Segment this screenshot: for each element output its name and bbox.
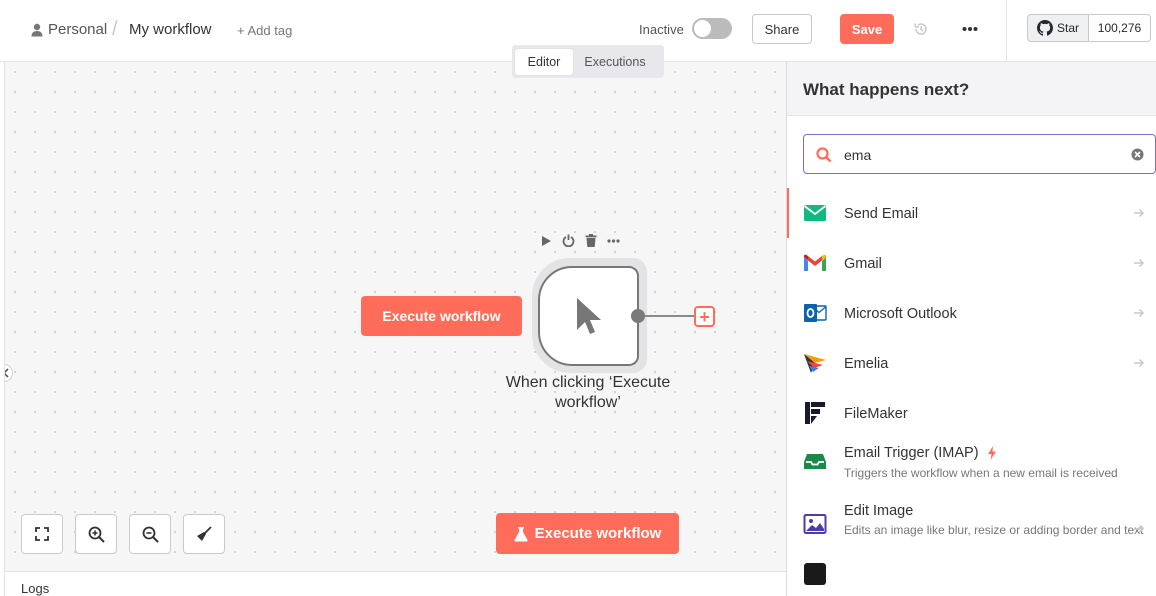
result-name: Email Trigger (IMAP) <box>844 445 979 461</box>
tab-editor[interactable]: Editor <box>515 48 573 75</box>
trash-icon[interactable] <box>585 234 597 247</box>
execute-workflow-label: Execute workflow <box>534 525 662 542</box>
result-microsoft-outlook[interactable]: Microsoft Outlook <box>787 288 1156 338</box>
arrow-right-icon <box>1134 208 1145 218</box>
node-output-handle[interactable] <box>631 309 645 323</box>
history-icon[interactable] <box>913 21 929 37</box>
search-input[interactable] <box>844 145 1124 165</box>
github-star-button[interactable]: Star <box>1027 14 1089 42</box>
result-name: Microsoft Outlook <box>844 306 957 322</box>
play-icon[interactable] <box>540 235 552 247</box>
flask-icon <box>514 526 528 541</box>
node-creator-panel: What happens next? Send Email Gmail Micr… <box>786 62 1156 596</box>
node-search-box[interactable] <box>803 134 1156 174</box>
sidebar-collapse-button[interactable] <box>5 364 13 382</box>
zoom-in-button[interactable] <box>75 514 117 554</box>
active-toggle[interactable] <box>692 18 732 39</box>
result-description: Triggers the workflow when a new email i… <box>844 466 1118 480</box>
broom-icon <box>197 526 212 541</box>
toggle-knob <box>694 20 711 37</box>
trigger-node-label: When clicking ‘Execute workflow’ <box>505 374 671 411</box>
outlook-icon <box>804 304 827 322</box>
lightning-icon <box>988 446 996 460</box>
more-options-icon[interactable] <box>962 22 978 36</box>
result-emelia[interactable]: Emelia <box>787 338 1156 388</box>
add-node-button[interactable]: + <box>694 306 715 327</box>
save-button[interactable]: Save <box>840 14 894 44</box>
connector-line <box>645 315 694 317</box>
clear-search-icon[interactable] <box>1131 148 1144 161</box>
execute-workflow-button[interactable]: Execute workflow <box>496 513 679 554</box>
user-icon <box>31 23 43 36</box>
cursor-icon <box>576 298 601 334</box>
result-name: Edit Image <box>844 503 914 519</box>
status-label: Inactive <box>639 22 684 37</box>
github-star-count[interactable]: 100,276 <box>1088 14 1151 42</box>
node-more-icon[interactable] <box>607 235 620 247</box>
gmail-icon <box>804 254 826 271</box>
image-icon <box>803 514 827 534</box>
result-name: Gmail <box>844 256 882 272</box>
partial-result-icon <box>804 563 826 585</box>
arrow-right-icon <box>1134 358 1145 368</box>
github-icon <box>1036 20 1053 36</box>
result-name: Send Email <box>844 206 919 222</box>
breadcrumb-separator: / <box>112 18 118 40</box>
search-results-list: Send Email Gmail Microsoft Outlook Emeli… <box>787 188 1156 596</box>
result-name: FileMaker <box>844 406 908 422</box>
zoom-out-icon <box>142 526 159 543</box>
inbox-icon <box>804 454 826 469</box>
panel-title: What happens next? <box>803 80 970 99</box>
result-description: Edits an image like blur, resize or addi… <box>844 523 1144 537</box>
envelope-icon <box>803 205 827 221</box>
panel-header: What happens next? <box>787 62 1156 116</box>
zoom-in-icon <box>88 526 105 543</box>
fit-view-button[interactable] <box>21 514 63 554</box>
result-send-email[interactable]: Send Email <box>787 188 1156 238</box>
result-edit-image[interactable]: Edit Image Edits an image like blur, res… <box>787 492 1156 560</box>
view-tabs: Editor Executions <box>512 45 664 78</box>
search-icon <box>816 147 832 163</box>
result-filemaker[interactable]: FileMaker <box>787 388 1156 438</box>
tab-executions[interactable]: Executions <box>573 49 657 75</box>
result-email-trigger-imap[interactable]: Email Trigger (IMAP) Triggers the workfl… <box>787 438 1156 492</box>
fit-view-icon <box>35 527 49 541</box>
breadcrumb-owner[interactable]: Personal <box>31 21 107 38</box>
workflow-name[interactable]: My workflow <box>129 21 212 38</box>
header-divider <box>1006 0 1007 62</box>
zoom-out-button[interactable] <box>129 514 171 554</box>
logs-label: Logs <box>21 581 50 596</box>
share-button[interactable]: Share <box>752 14 812 44</box>
logs-bar[interactable]: Logs <box>5 571 786 596</box>
result-name: Emelia <box>844 356 889 372</box>
node-toolbar <box>540 234 620 247</box>
result-partial[interactable] <box>787 560 1156 596</box>
breadcrumb-owner-label: Personal <box>48 21 108 38</box>
execute-workflow-inline-button[interactable]: Execute workflow <box>361 296 522 336</box>
manual-trigger-node[interactable] <box>538 266 639 366</box>
result-gmail[interactable]: Gmail <box>787 238 1156 288</box>
arrow-right-icon <box>1134 308 1145 318</box>
tidy-up-button[interactable] <box>183 514 225 554</box>
add-tag-button[interactable]: + Add tag <box>237 23 292 38</box>
workflow-canvas[interactable]: Execute workflow + When clicking ‘Execut… <box>5 62 786 571</box>
chevron-left-icon <box>5 368 9 378</box>
emelia-icon <box>804 354 826 373</box>
filemaker-icon <box>805 402 825 424</box>
arrow-right-icon <box>1134 524 1145 534</box>
power-icon[interactable] <box>562 234 575 247</box>
arrow-right-icon <box>1134 258 1145 268</box>
github-star-label: Star <box>1056 21 1079 35</box>
